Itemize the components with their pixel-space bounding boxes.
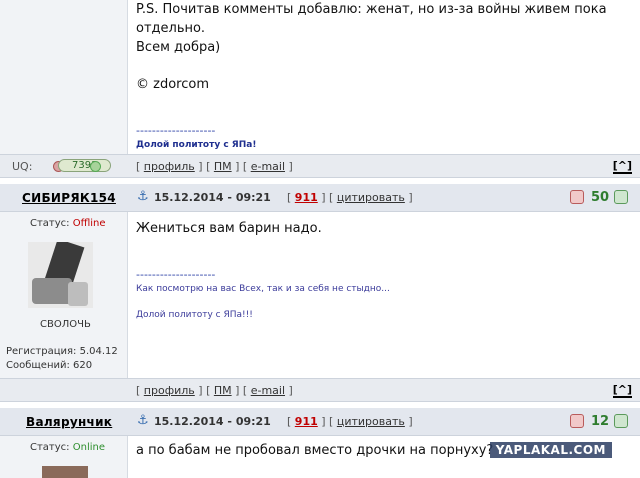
- post2-vote-up-icon[interactable]: [614, 190, 628, 204]
- avatar-shape-3: [68, 282, 88, 306]
- post3-header: Валярунчик ⚓ 15.12.2014 - 09:21 [ 911 ] …: [0, 408, 640, 436]
- anchor-icon-2[interactable]: ⚓: [137, 413, 149, 428]
- post3-post-number[interactable]: 911: [295, 415, 318, 428]
- post3-avatar[interactable]: [42, 466, 88, 478]
- post1-signature: Долой политоту с ЯПа!: [136, 140, 257, 150]
- column-separator-3: [127, 436, 128, 478]
- post3-text: а по бабам не пробовал вместо дрочки на …: [136, 443, 494, 458]
- post2-status-label: Статус:: [30, 218, 70, 229]
- pm-link[interactable]: ПМ: [214, 160, 232, 173]
- post2-quote-link[interactable]: цитировать: [337, 191, 405, 204]
- post2-avatar[interactable]: [28, 242, 93, 308]
- column-separator-2: [127, 212, 128, 378]
- post3-username[interactable]: Валярунчик: [26, 415, 112, 429]
- profile-link[interactable]: профиль: [144, 160, 195, 173]
- post2-score: 50: [591, 190, 610, 205]
- scroll-top-button[interactable]: [^]: [612, 159, 632, 174]
- post3-status-value: Online: [72, 442, 105, 453]
- post2-status-value: Offline: [72, 218, 106, 229]
- post2-signature-line2: Долой политоту с ЯПа!!!: [136, 310, 253, 320]
- post1-line1: P.S. Почитав комменты добавлю: женат, но…: [136, 2, 607, 17]
- post2-action-links: [ профиль ] [ ПМ ] [ e-mail ]: [136, 384, 293, 397]
- post2-vote-down-icon[interactable]: [570, 190, 584, 204]
- post2-rank: СВОЛОЧЬ: [40, 319, 91, 330]
- post3-vote-down-icon[interactable]: [570, 414, 584, 428]
- post2-post-number[interactable]: 911: [295, 191, 318, 204]
- post2-messages: Сообщений: 620: [6, 360, 93, 371]
- post3-status-label: Статус:: [30, 442, 70, 453]
- left-column-bg-1: [0, 0, 127, 154]
- post1-footer-bar: UQ: 7393 [ профиль ] [ ПМ ] [ e-mail ] […: [0, 154, 640, 178]
- post3-status: Статус: Online: [30, 442, 105, 453]
- post2-signature-separator: --------------------: [136, 268, 216, 281]
- post2-signature-line1: Как посмотрю на вас Всех, так и за себя …: [136, 284, 390, 294]
- post2-registration: Регистрация: 5.04.12: [6, 346, 118, 357]
- scroll-top-button-2[interactable]: [^]: [612, 383, 632, 398]
- post2-num-wrap: [ 911 ] [ цитировать ]: [287, 191, 413, 204]
- post1-signature-separator: --------------------: [136, 124, 216, 137]
- post1-copyright: © zdorcom: [136, 77, 209, 92]
- post2-text: Жениться вам барин надо.: [136, 221, 322, 236]
- post3-num-wrap: [ 911 ] [ цитировать ]: [287, 415, 413, 428]
- post1-line3: Всем добра): [136, 40, 221, 55]
- post3-score: 12: [591, 414, 610, 429]
- post3-vote-up-icon[interactable]: [614, 414, 628, 428]
- post1-action-links: [ профиль ] [ ПМ ] [ e-mail ]: [136, 160, 293, 173]
- pm-link-2[interactable]: ПМ: [214, 384, 232, 397]
- post2-date: 15.12.2014 - 09:21: [154, 191, 271, 204]
- uq-badge: 7393: [58, 159, 112, 172]
- uq-plus-icon[interactable]: [90, 161, 101, 172]
- email-link[interactable]: e-mail: [251, 160, 285, 173]
- post2-header: СИБИРЯК154 ⚓ 15.12.2014 - 09:21 [ 911 ] …: [0, 184, 640, 212]
- anchor-icon[interactable]: ⚓: [137, 189, 149, 204]
- post1-line2: отдельно.: [136, 21, 206, 36]
- avatar-shape-2: [32, 278, 72, 304]
- profile-link-2[interactable]: профиль: [144, 384, 195, 397]
- post2-username[interactable]: СИБИРЯК154: [22, 191, 116, 205]
- column-separator-1: [127, 0, 128, 154]
- email-link-2[interactable]: e-mail: [251, 384, 285, 397]
- yaplakal-watermark: YAPLAKAL.COM: [489, 442, 612, 458]
- post3-date: 15.12.2014 - 09:21: [154, 415, 271, 428]
- uq-label: UQ:: [12, 160, 33, 173]
- post3-quote-link[interactable]: цитировать: [337, 415, 405, 428]
- post2-footer-bar: [ профиль ] [ ПМ ] [ e-mail ] [^]: [0, 378, 640, 402]
- post2-status: Статус: Offline: [30, 218, 106, 229]
